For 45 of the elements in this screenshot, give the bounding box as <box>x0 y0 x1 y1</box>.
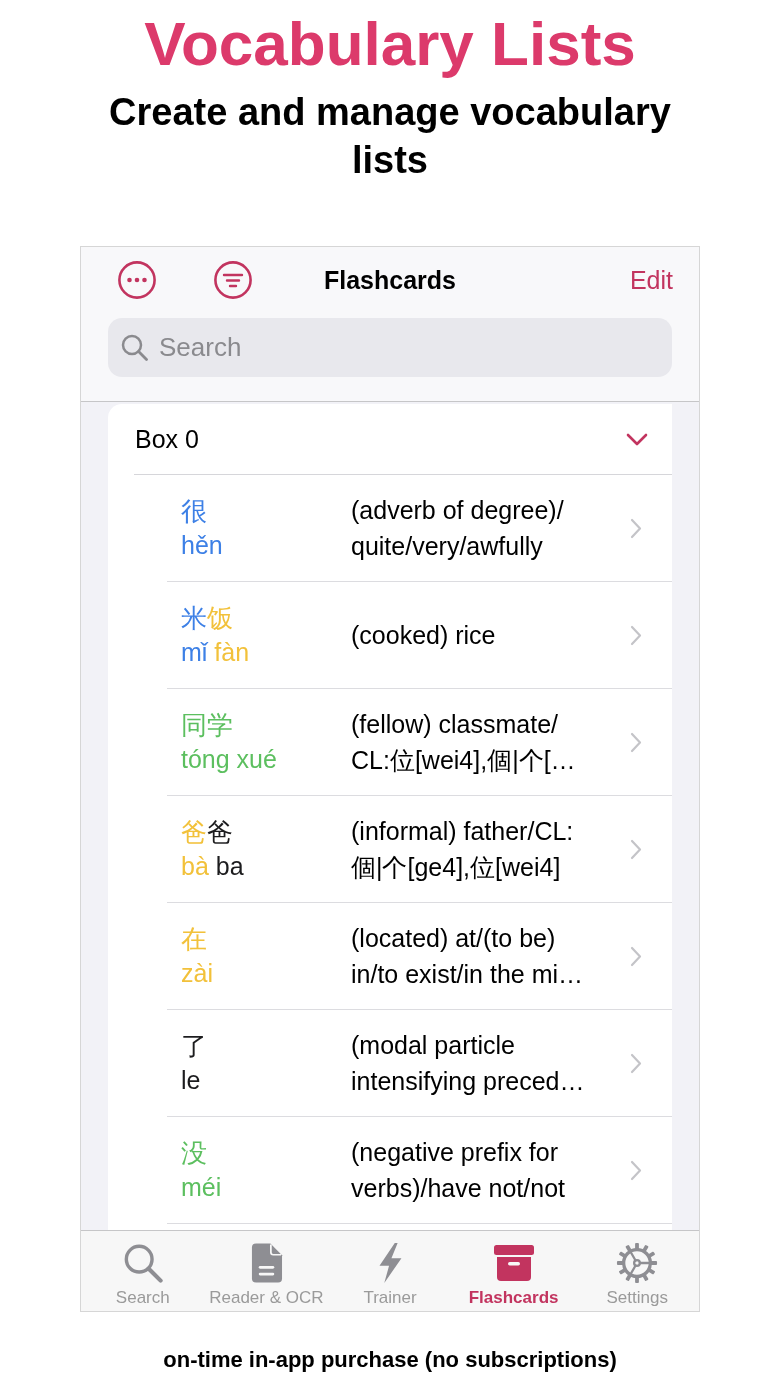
definition-text: (located) at/(to be) in/to exist/in the mi… <box>351 923 585 990</box>
magnifier-icon <box>122 1242 163 1284</box>
chinese-characters: 了 <box>181 1030 208 1063</box>
edit-button[interactable]: Edit <box>629 265 673 295</box>
pinyin-text: bà ba <box>181 851 245 882</box>
definition-text: (informal) father/CL: 個|个[ge4],位[wei4] <box>351 816 575 883</box>
chinese-characters: 在 <box>181 923 208 956</box>
chevron-right-icon <box>630 624 642 646</box>
chinese-characters: 没 <box>181 1137 208 1170</box>
filter-circle-icon <box>214 261 252 299</box>
pinyin-text: hěn <box>181 530 224 561</box>
search-field[interactable]: Search <box>108 318 672 377</box>
pinyin-text: tóng xué <box>181 744 278 775</box>
document-icon <box>249 1242 283 1284</box>
archive-box-icon <box>493 1242 534 1284</box>
definition-text: (fellow) classmate/ CL:位[wei4],個|个[… <box>351 709 577 776</box>
gear-icon <box>616 1242 659 1284</box>
pinyin-text: mǐ fàn <box>181 637 251 668</box>
chevron-right-icon <box>630 838 642 860</box>
filter-button[interactable] <box>214 261 252 299</box>
chevron-right-icon <box>630 1159 642 1181</box>
purchase-note: on-time in-app purchase (no subscriptions) <box>162 1346 618 1374</box>
more-button[interactable] <box>118 261 156 299</box>
pinyin-text: le <box>181 1065 202 1096</box>
chevron-right-icon <box>630 517 642 539</box>
chinese-characters: 米饭 <box>181 602 234 635</box>
chevron-right-icon <box>630 731 642 753</box>
pinyin-text: méi <box>181 1172 223 1203</box>
definition-text: (negative prefix for verbs)/have not/not <box>351 1137 566 1204</box>
section-header[interactable]: Box 0 <box>134 404 672 475</box>
chinese-characters: 很 <box>181 495 208 528</box>
chevron-right-icon <box>630 945 642 967</box>
chevron-right-icon <box>630 1052 642 1074</box>
definition-text: (cooked) rice <box>351 620 497 651</box>
pinyin-text: zài <box>181 958 214 989</box>
search-icon <box>121 334 148 361</box>
tab-item[interactable]: Flashcards <box>451 1231 576 1311</box>
definition-text: (adverb of degree)/ quite/very/awfully <box>351 495 565 562</box>
chinese-characters: 爸爸 <box>181 816 234 849</box>
screen-title: Flashcards <box>324 265 456 295</box>
page-title: Vocabulary Lists <box>143 9 637 79</box>
ellipsis-circle-icon <box>118 261 156 299</box>
page-subtitle: Create and manage vocabulary lists <box>108 90 672 183</box>
definition-text: (modal particle intensifying preced… <box>351 1030 586 1097</box>
chinese-characters: 同学 <box>181 709 234 742</box>
